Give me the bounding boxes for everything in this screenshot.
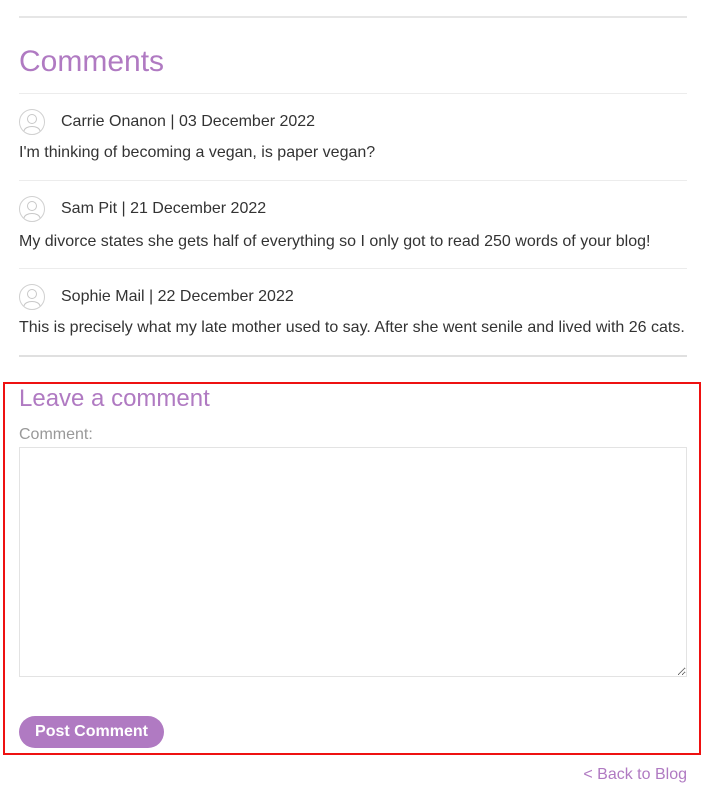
- user-avatar-icon: [19, 109, 45, 135]
- user-avatar-icon: [19, 284, 45, 310]
- comments-heading: Comments: [19, 45, 165, 78]
- comment-author-date: Sam Pit | 21 December 2022: [61, 200, 267, 217]
- comment-item: Carrie Onanon | 03 December 2022 I'm thi…: [19, 93, 687, 180]
- comments-bottom-divider: [19, 355, 687, 357]
- comment-item: Sam Pit | 21 December 2022 My divorce st…: [19, 180, 687, 268]
- top-divider: [19, 16, 687, 18]
- comment-header: Sophie Mail | 22 December 2022: [19, 283, 294, 311]
- comment-text: I'm thinking of becoming a vegan, is pap…: [19, 144, 376, 161]
- comment-header: Carrie Onanon | 03 December 2022: [19, 108, 315, 136]
- back-to-blog-link[interactable]: < Back to Blog: [583, 765, 687, 785]
- comment-header: Sam Pit | 21 December 2022: [19, 195, 266, 223]
- leave-comment-heading: Leave a comment: [19, 385, 210, 412]
- comment-label: Comment:: [19, 426, 93, 443]
- comment-author-date: Sophie Mail | 22 December 2022: [61, 288, 294, 305]
- comment-author-date: Carrie Onanon | 03 December 2022: [61, 113, 316, 130]
- post-comment-button[interactable]: Post Comment: [19, 716, 164, 748]
- user-avatar-icon: [19, 196, 45, 222]
- comment-item: Sophie Mail | 22 December 2022 This is p…: [19, 268, 687, 355]
- comment-text: This is precisely what my late mother us…: [19, 319, 685, 336]
- comment-textarea[interactable]: [19, 447, 687, 677]
- comment-text: My divorce states she gets half of every…: [19, 233, 651, 250]
